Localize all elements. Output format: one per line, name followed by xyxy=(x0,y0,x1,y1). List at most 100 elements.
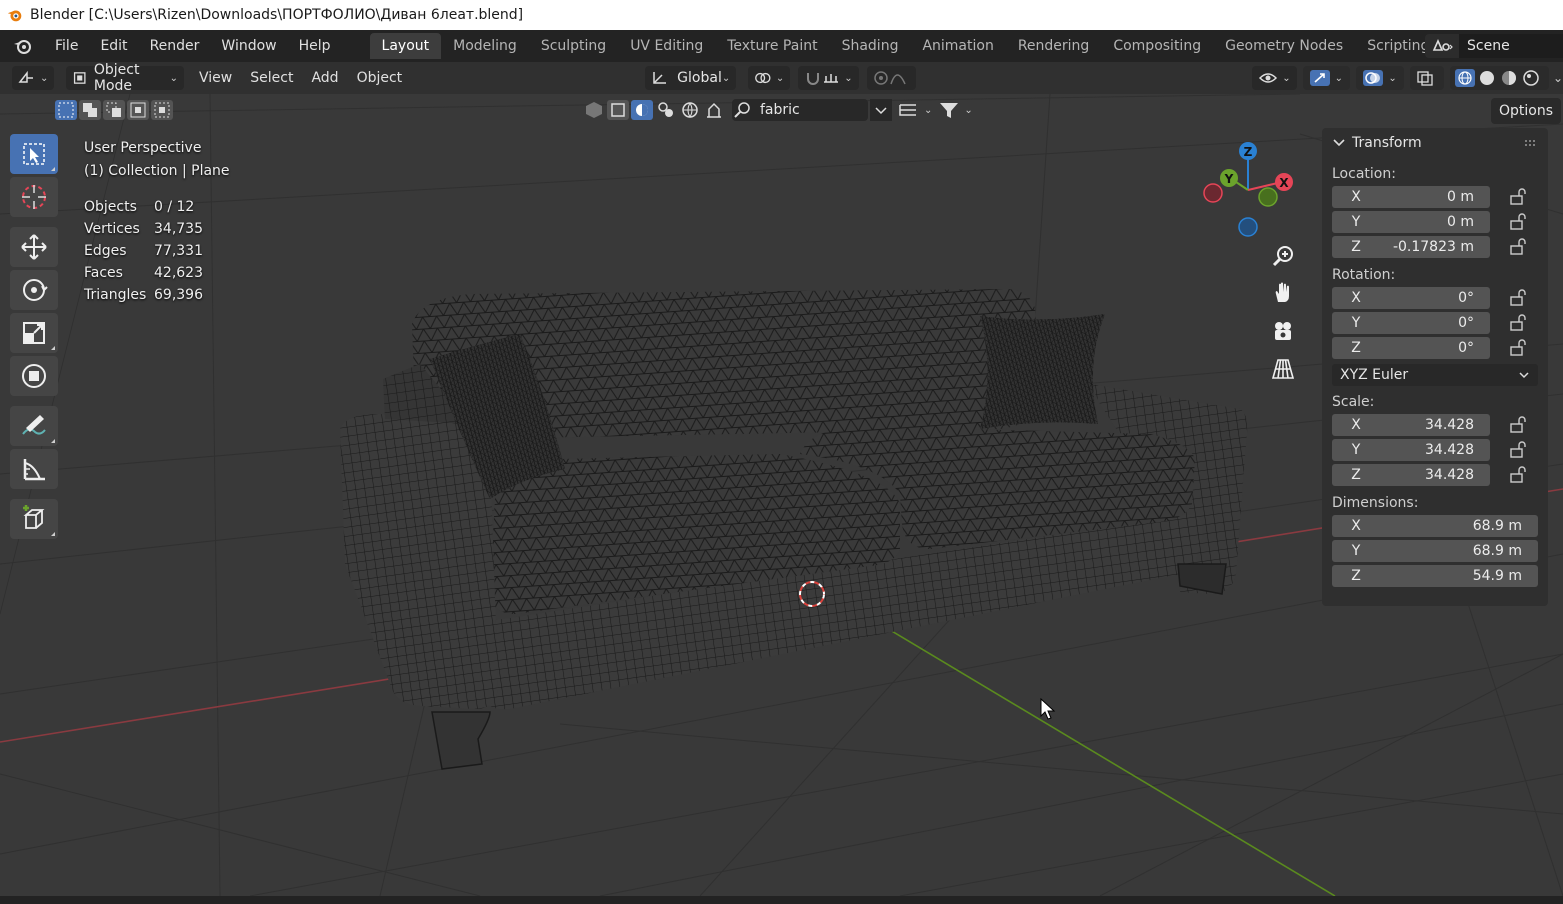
rotation-mode-dropdown[interactable]: XYZ Euler xyxy=(1332,364,1538,386)
tab-compositing[interactable]: Compositing xyxy=(1101,33,1213,59)
cursor-tool-icon xyxy=(22,185,46,209)
world-filter-icon[interactable] xyxy=(678,99,702,121)
select-intersect-icon[interactable] xyxy=(150,99,174,121)
rotate-tool[interactable] xyxy=(10,270,58,310)
location-x-field[interactable]: X 0 m xyxy=(1332,186,1490,208)
pan-button[interactable] xyxy=(1267,277,1299,309)
proportional-edit-controls[interactable] xyxy=(866,66,917,90)
menu-object[interactable]: Object xyxy=(348,70,412,86)
unlock-icon[interactable] xyxy=(1508,465,1528,485)
scale-tool[interactable] xyxy=(10,313,58,353)
tab-rendering[interactable]: Rendering xyxy=(1006,33,1102,59)
search-input[interactable]: fabric xyxy=(732,99,868,121)
menu-help[interactable]: Help xyxy=(288,38,342,54)
mode-dropdown[interactable]: Object Mode ⌄ xyxy=(66,62,185,94)
transform-tool[interactable] xyxy=(10,356,58,396)
rotation-y-field[interactable]: Y 0° xyxy=(1332,312,1490,334)
location-label: Location: xyxy=(1332,166,1396,182)
menu-window[interactable]: Window xyxy=(210,38,287,54)
zoom-button[interactable] xyxy=(1267,240,1299,272)
unlock-icon[interactable] xyxy=(1508,212,1528,232)
unlock-icon[interactable] xyxy=(1508,338,1528,358)
solid-shading-icon[interactable] xyxy=(1476,68,1498,88)
menu-file[interactable]: File xyxy=(44,38,89,54)
scale-z-field[interactable]: Z 34.428 xyxy=(1332,464,1490,486)
wireframe-shading-icon[interactable] xyxy=(1454,68,1476,88)
tab-texture-paint[interactable]: Texture Paint xyxy=(715,33,829,59)
orientation-dropdown[interactable]: Global ⌄ xyxy=(645,66,737,90)
field-value: 0° xyxy=(1458,290,1474,306)
location-y-field[interactable]: Y 0 m xyxy=(1332,211,1490,233)
tab-shading[interactable]: Shading xyxy=(830,33,911,59)
move-tool[interactable] xyxy=(10,227,58,267)
snap-magnet-icon[interactable] xyxy=(804,70,822,86)
perspective-toggle-button[interactable] xyxy=(1267,353,1299,385)
tab-uv-editing[interactable]: UV Editing xyxy=(618,33,715,59)
transform-panel-header[interactable]: Transform xyxy=(1322,128,1548,158)
annotate-tool[interactable] xyxy=(10,406,58,446)
texture-filter-icon[interactable] xyxy=(654,99,678,121)
unlock-icon[interactable] xyxy=(1508,187,1528,207)
menu-add[interactable]: Add xyxy=(302,70,347,86)
select-extend-icon[interactable] xyxy=(78,99,102,121)
proportional-edit-icon[interactable] xyxy=(873,70,889,86)
material-shading-icon[interactable] xyxy=(1498,68,1520,88)
snap-increment-icon[interactable] xyxy=(822,70,840,86)
dimensions-x-field[interactable]: X 68.9 m xyxy=(1332,515,1538,537)
scene-name-field[interactable]: Scene xyxy=(1459,34,1563,58)
unlock-icon[interactable] xyxy=(1508,313,1528,333)
rotation-z-field[interactable]: Z 0° xyxy=(1332,337,1490,359)
select-box-tool[interactable] xyxy=(10,134,58,174)
options-button[interactable]: Options xyxy=(1490,98,1561,124)
location-z-field[interactable]: Z -0.17823 m xyxy=(1332,236,1490,258)
unlock-icon[interactable] xyxy=(1508,440,1528,460)
rotation-x-field[interactable]: X 0° xyxy=(1332,287,1490,309)
menu-select[interactable]: Select xyxy=(241,70,302,86)
unlock-icon[interactable] xyxy=(1508,288,1528,308)
tab-geometry-nodes[interactable]: Geometry Nodes xyxy=(1213,33,1355,59)
scale-y-field[interactable]: Y 34.428 xyxy=(1332,439,1490,461)
search-dropdown-button[interactable] xyxy=(870,99,892,121)
drag-handle-icon[interactable] xyxy=(1524,139,1538,147)
cursor-tool[interactable] xyxy=(10,177,58,217)
measure-tool[interactable] xyxy=(10,449,58,489)
object-filter-icon[interactable] xyxy=(606,99,630,121)
navigation-gizmo[interactable]: Z X Y xyxy=(1200,138,1300,238)
xray-toggle[interactable] xyxy=(1410,66,1444,90)
menu-edit[interactable]: Edit xyxy=(89,38,138,54)
axis-label: Z xyxy=(1351,467,1361,483)
filter-dropdown[interactable]: ⌄ xyxy=(938,101,973,119)
menu-view[interactable]: View xyxy=(190,70,241,86)
unlock-icon[interactable] xyxy=(1508,237,1528,257)
material-filter-icon[interactable] xyxy=(630,99,654,121)
tab-sculpting[interactable]: Sculpting xyxy=(529,33,618,59)
blender-menu-icon[interactable] xyxy=(12,35,34,57)
camera-view-button[interactable] xyxy=(1267,315,1299,347)
tab-animation[interactable]: Animation xyxy=(910,33,1005,59)
dimensions-z-field[interactable]: Z 54.9 m xyxy=(1332,565,1538,587)
scene-selector[interactable]: Scene xyxy=(1425,33,1563,59)
mesh-filter-icon[interactable] xyxy=(582,99,606,121)
pivot-dropdown[interactable]: ⌄ xyxy=(748,66,791,90)
sort-dropdown[interactable]: ⌄ xyxy=(898,101,932,119)
unlock-icon[interactable] xyxy=(1508,415,1528,435)
light-filter-icon[interactable] xyxy=(702,99,726,121)
shading-options-chevron[interactable]: ⌄ xyxy=(1553,71,1563,85)
select-invert-icon[interactable] xyxy=(126,99,150,121)
tab-modeling[interactable]: Modeling xyxy=(441,33,529,59)
visibility-dropdown[interactable]: ⌄ xyxy=(1252,66,1297,90)
tab-layout[interactable]: Layout xyxy=(369,33,442,59)
overlay-toggle[interactable]: ⌄ xyxy=(1356,66,1405,90)
scale-x-field[interactable]: X 34.428 xyxy=(1332,414,1490,436)
snap-controls[interactable]: ⌄ xyxy=(798,66,859,90)
add-cube-tool[interactable] xyxy=(10,499,58,539)
rendered-shading-icon[interactable] xyxy=(1520,68,1542,88)
dimensions-y-field[interactable]: Y 68.9 m xyxy=(1332,540,1538,562)
gizmo-toggle[interactable]: ⌄ xyxy=(1302,66,1351,90)
select-new-icon[interactable] xyxy=(54,99,78,121)
scene-icon[interactable] xyxy=(1425,34,1459,58)
menu-render[interactable]: Render xyxy=(139,38,211,54)
editor-type-button[interactable]: ⌄ xyxy=(12,66,55,90)
select-subtract-icon[interactable] xyxy=(102,99,126,121)
falloff-curve-icon[interactable] xyxy=(889,70,907,86)
